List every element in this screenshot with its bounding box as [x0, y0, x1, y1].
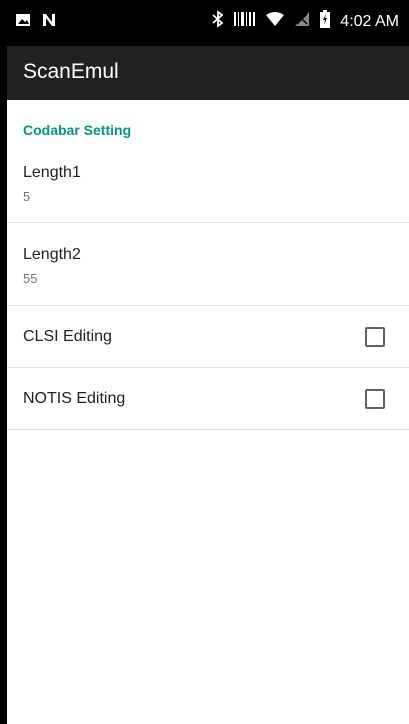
pref-title: NOTIS Editing: [23, 390, 126, 407]
clsi-editing-checkbox[interactable]: [365, 327, 385, 347]
pref-notis-editing[interactable]: NOTIS Editing: [7, 368, 409, 430]
section-header: Codabar Setting: [23, 122, 132, 138]
bluetooth-icon: [212, 10, 224, 33]
settings-list: Codabar Setting Length1 5 Length2 55 CLS…: [7, 100, 409, 724]
pref-length2[interactable]: Length2 55: [7, 223, 409, 306]
notis-editing-checkbox[interactable]: [365, 389, 385, 409]
status-left: [15, 12, 57, 33]
image-icon: [15, 12, 31, 33]
pref-title: Length2: [23, 246, 81, 263]
barcode-icon: [234, 10, 256, 33]
pref-length1[interactable]: Length1 5: [7, 148, 409, 223]
wifi-icon: [266, 11, 285, 32]
app-bar: ScanEmul: [7, 46, 409, 100]
pref-clsi-editing[interactable]: CLSI Editing: [7, 306, 409, 368]
battery-icon: [320, 10, 331, 33]
pref-title: CLSI Editing: [23, 328, 112, 345]
pref-summary: 55: [23, 271, 38, 286]
pref-title: Length1: [23, 164, 81, 181]
status-bar: 4:02 AM: [7, 0, 409, 46]
signal-icon: [294, 11, 310, 32]
status-time: 4:02 AM: [340, 12, 399, 30]
pref-summary: 5: [23, 189, 31, 204]
app-title: ScanEmul: [23, 60, 119, 83]
n-icon: [41, 12, 57, 33]
status-right: 4:02 AM: [212, 10, 399, 33]
screen: 4:02 AM ScanEmul Codabar Setting Length1…: [0, 0, 409, 724]
